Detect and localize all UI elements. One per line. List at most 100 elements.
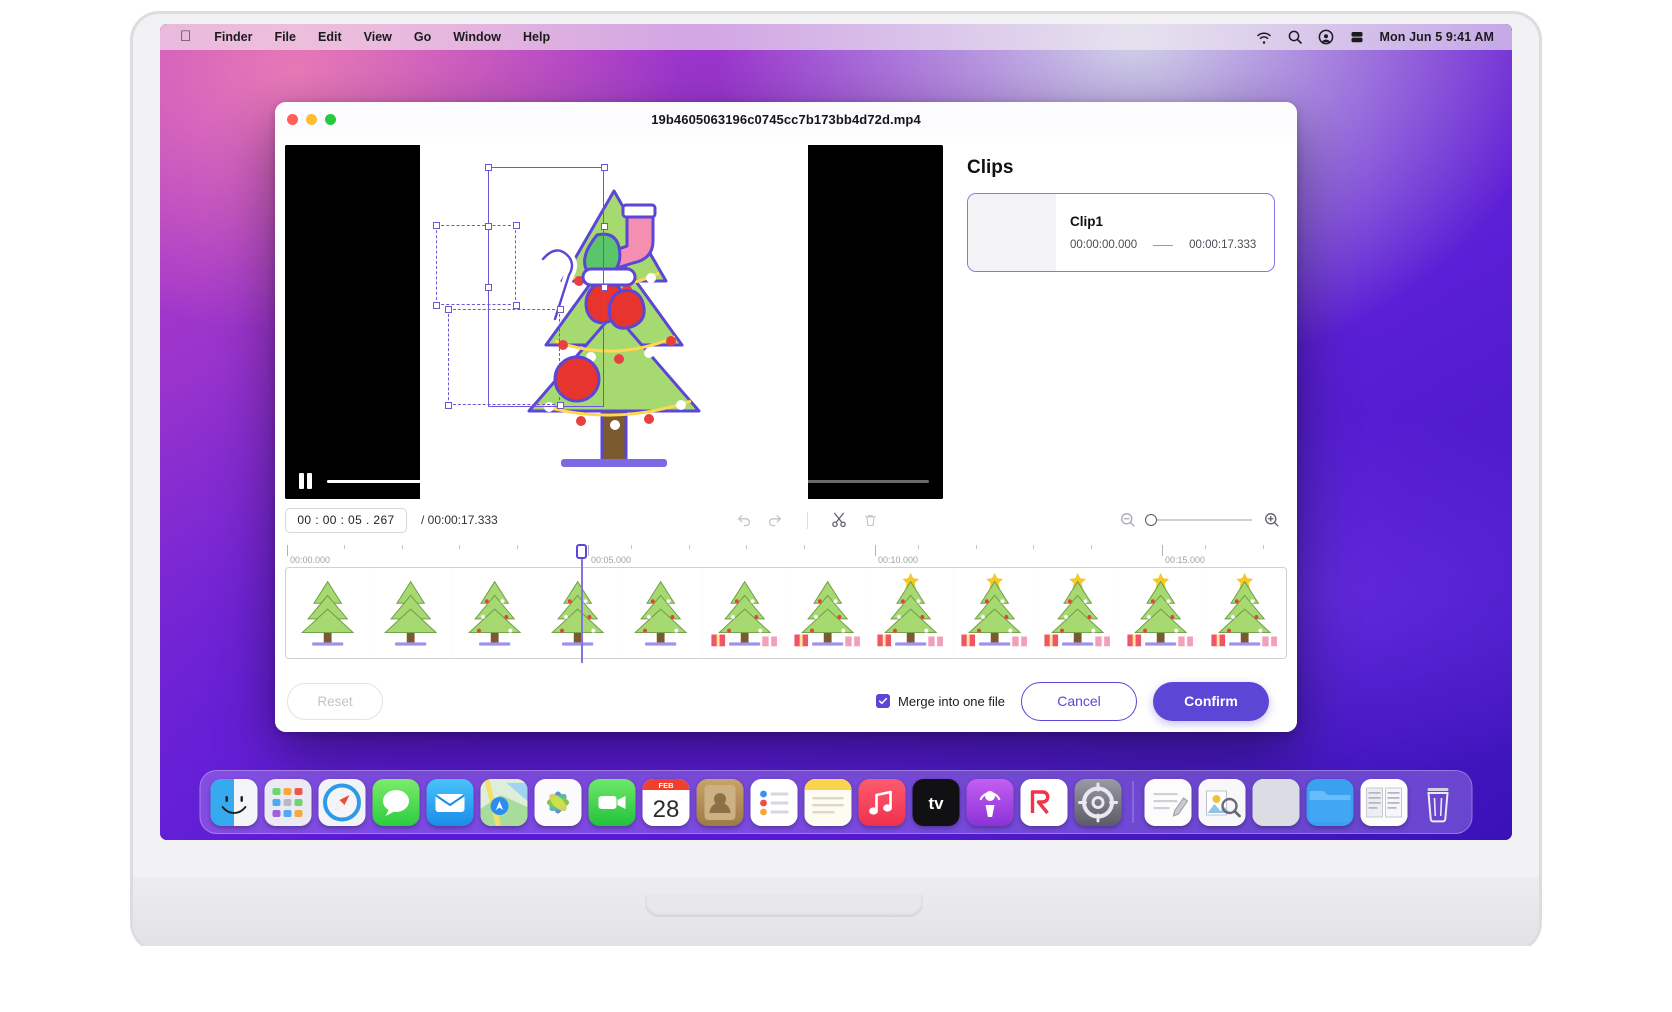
appletv-icon[interactable]: tv [912,778,960,826]
maps-icon[interactable] [480,778,528,826]
clip-card[interactable]: Clip1 00:00:00.000 00:00:17.333 [967,193,1275,272]
preview-icon[interactable] [1198,778,1246,826]
selection-handle-b2r[interactable] [557,306,564,313]
podcasts-icon[interactable] [966,778,1014,826]
selection-handle-cc-br[interactable] [513,302,520,309]
clip-thumbnail [968,194,1056,271]
video-preview[interactable] [285,145,943,499]
merge-checkbox[interactable] [876,694,891,708]
selection-box-candycane[interactable] [436,225,516,305]
search-icon[interactable] [1287,29,1303,45]
safari-icon[interactable] [318,778,366,826]
filmstrip-frame[interactable] [536,568,619,658]
video-progress-bar[interactable] [327,479,929,483]
redo-icon[interactable] [765,509,787,531]
filmstrip-frame[interactable] [1203,568,1286,658]
reset-button[interactable]: Reset [287,682,383,720]
menu-item-edit[interactable]: Edit [307,24,353,50]
ruler-label-2: 00:10.000 [878,555,919,565]
notes-icon[interactable] [804,778,852,826]
selection-handle-mr[interactable] [601,223,608,230]
filmstrip-frame[interactable] [619,568,703,658]
filmstrip-frame[interactable] [1119,568,1203,658]
minimize-button[interactable] [306,114,317,125]
filmstrip-frame[interactable] [453,568,536,658]
zoom-out-icon[interactable] [1117,509,1139,531]
messages-icon[interactable] [372,778,420,826]
photos-icon[interactable] [534,778,582,826]
menu-bar-clock[interactable]: Mon Jun 5 9:41 AM [1380,30,1494,44]
trash-dock-icon[interactable] [1415,779,1462,826]
wifi-icon[interactable] [1256,29,1272,45]
traffic-lights [287,114,336,125]
merge-into-one-file-group[interactable]: Merge into one file [876,694,1005,709]
trash-icon[interactable] [860,509,882,531]
textedit-icon[interactable] [1144,778,1192,826]
selection-handle-br[interactable] [601,284,608,291]
music-icon[interactable] [858,778,906,826]
apple-logo-icon[interactable]:  [170,24,203,50]
ruler-label-0: 00:00.000 [290,555,331,565]
zoom-in-icon[interactable] [1261,509,1283,531]
selection-handle-bl[interactable] [485,284,492,291]
pause-icon[interactable] [299,473,315,489]
timeline-area[interactable]: 00:00.000 00:05.000 00:10.000 00:15.000 [275,541,1297,670]
selection-handle-b2l[interactable] [445,306,452,313]
folder-blank-icon[interactable] [1252,778,1300,826]
pages-icon[interactable] [1360,778,1408,826]
finder-icon[interactable] [210,778,258,826]
menu-item-file[interactable]: File [263,24,307,50]
filmstrip-frame[interactable] [703,568,786,658]
timeline-zoom-slider-knob[interactable] [1145,514,1158,526]
window-titlebar: 19b4605063196c0745cc7b173bb4d72d.mp4 [275,102,1297,137]
facetime-icon[interactable] [588,778,636,826]
undo-icon[interactable] [733,509,755,531]
filmstrip[interactable] [286,568,1286,658]
filmstrip-frame[interactable] [953,568,1036,658]
clip-range-separator [1153,244,1174,246]
filmstrip-frame[interactable] [286,568,369,658]
zoom-button[interactable] [325,114,336,125]
selection-box-ornament[interactable] [448,309,560,405]
close-button[interactable] [287,114,298,125]
calendar-month-label: FEB [659,781,675,790]
selection-handle-cc-tl[interactable] [433,222,440,229]
news-icon[interactable] [1020,778,1068,826]
timeline-zoom-group [1117,509,1283,531]
selection-handle-cc-tr[interactable] [513,222,520,229]
timeline-ruler[interactable]: 00:00.000 00:05.000 00:10.000 00:15.000 [285,541,1287,567]
menu-item-help[interactable]: Help [512,24,561,50]
cancel-button[interactable]: Cancel [1021,681,1137,721]
menu-item-go[interactable]: Go [403,24,442,50]
clip-start-time: 00:00:00.000 [1070,239,1138,251]
filmstrip-frame[interactable] [869,568,953,658]
downloads-folder-icon[interactable] [1306,778,1354,826]
timeline-track[interactable] [285,567,1287,659]
scissors-icon[interactable] [828,509,850,531]
selection-handle-ml[interactable] [485,223,492,230]
launchpad-icon[interactable] [264,778,312,826]
filmstrip-frame[interactable] [369,568,453,658]
menu-item-window[interactable]: Window [442,24,512,50]
selection-handle-tl[interactable] [485,164,492,171]
control-center-icon[interactable] [1318,29,1334,45]
calendar-icon[interactable]: FEB 28 [642,778,690,826]
contacts-icon[interactable] [696,778,744,826]
selection-handle-b3r[interactable] [557,402,564,409]
selection-handle-b3l[interactable] [445,402,452,409]
menu-item-view[interactable]: View [353,24,403,50]
confirm-button[interactable]: Confirm [1153,681,1269,721]
menu-item-finder[interactable]: Finder [203,24,263,50]
ruler-label-3: 00:15.000 [1165,555,1206,565]
filmstrip-frame[interactable] [786,568,869,658]
timeline-zoom-slider[interactable] [1145,514,1253,526]
settings-icon[interactable] [1074,778,1122,826]
screen-bezel:  Finder File Edit View Go Window Help [160,24,1512,840]
mail-icon[interactable] [426,778,474,826]
selection-handle-tr[interactable] [601,164,608,171]
battery-icon[interactable] [1349,29,1365,45]
reminders-icon[interactable] [750,778,798,826]
selection-handle-cc-bl[interactable] [433,302,440,309]
timecode-input[interactable]: 00 : 00 : 05 . 267 [285,507,407,533]
filmstrip-frame[interactable] [1036,568,1119,658]
